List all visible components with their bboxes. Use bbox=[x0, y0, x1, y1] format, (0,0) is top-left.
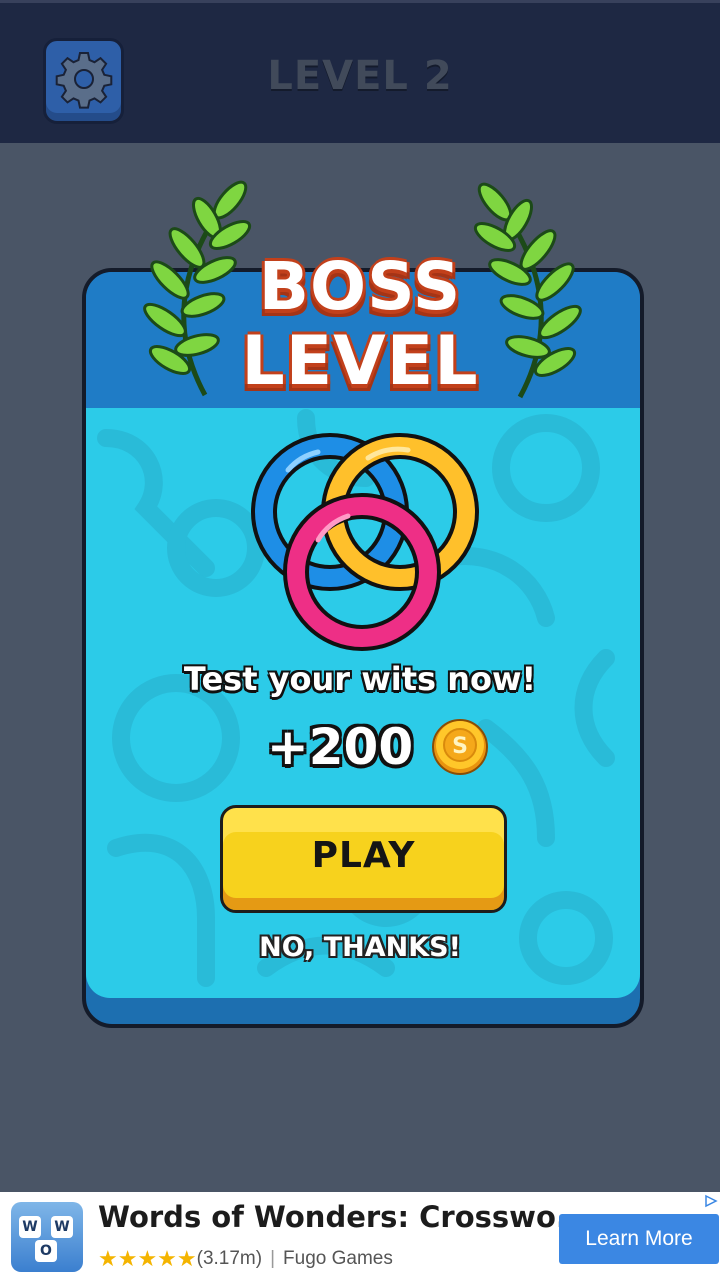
review-count: (3.17m) bbox=[196, 1248, 263, 1269]
separator: | bbox=[270, 1248, 276, 1269]
play-button-label: PLAY bbox=[311, 834, 416, 876]
ad-app-icon[interactable]: W W O bbox=[11, 1202, 83, 1272]
ad-icon-tile: O bbox=[35, 1240, 57, 1262]
ad-icon-tile: W bbox=[51, 1216, 73, 1238]
ad-meta: ★★★★★ (3.17m) | Fugo Games bbox=[98, 1246, 393, 1272]
no-thanks-button[interactable]: NO, THANKS! bbox=[0, 932, 720, 963]
level-title: LEVEL 2 bbox=[267, 53, 453, 99]
top-bar: LEVEL 2 bbox=[0, 0, 720, 143]
ad-icon-tile: W bbox=[19, 1216, 41, 1238]
developer-name: Fugo Games bbox=[283, 1248, 393, 1269]
boss-title-line1: BOSS bbox=[258, 248, 462, 325]
boss-title-line2: LEVEL bbox=[241, 322, 479, 401]
svg-text:S: S bbox=[452, 734, 468, 759]
reward: +200 S bbox=[0, 718, 720, 776]
ad-choices-icon[interactable] bbox=[704, 1194, 718, 1208]
tagline: Test your wits now! bbox=[183, 660, 537, 698]
coin-icon: S bbox=[432, 719, 489, 775]
rings-icon bbox=[251, 433, 479, 651]
rating-stars-icon: ★★★★★ bbox=[98, 1246, 197, 1271]
reward-amount: +200 bbox=[266, 718, 414, 776]
learn-more-button[interactable]: Learn More bbox=[559, 1214, 719, 1264]
play-button[interactable]: PLAY bbox=[220, 805, 507, 913]
ad-banner[interactable]: W W O Words of Wonders: Crosswo... ★★★★★… bbox=[0, 1192, 720, 1280]
ad-title[interactable]: Words of Wonders: Crosswo... bbox=[98, 1200, 589, 1234]
